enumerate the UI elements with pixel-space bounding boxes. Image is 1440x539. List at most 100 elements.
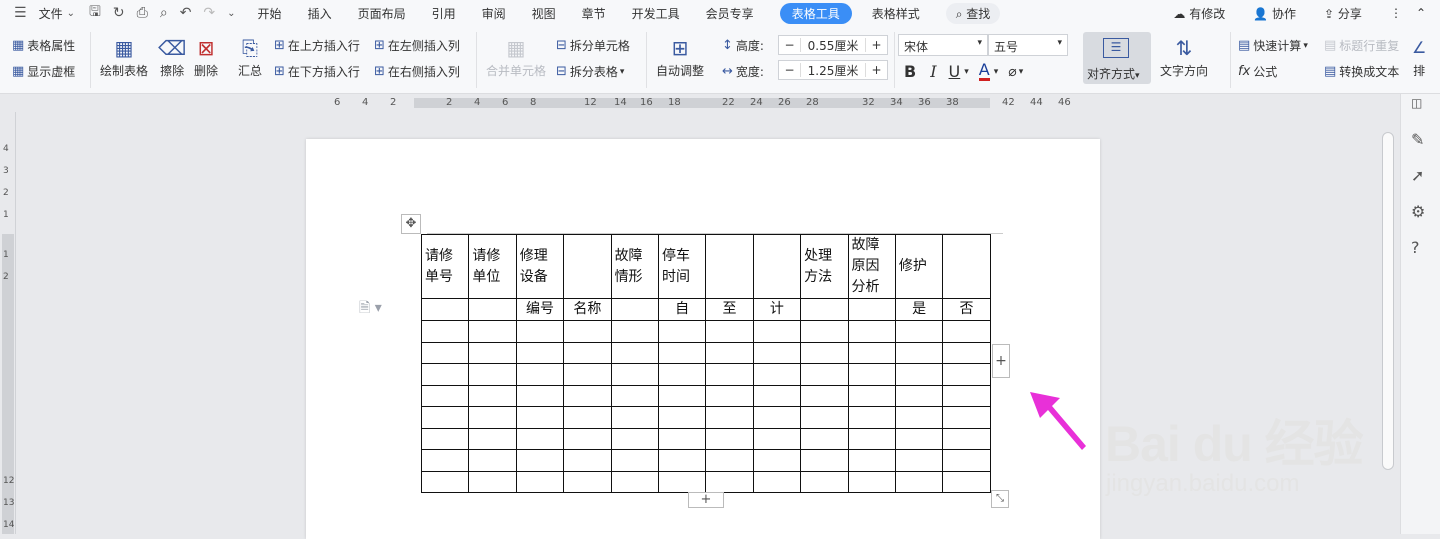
table-cell[interactable] — [752, 363, 802, 386]
sort-button[interactable]: ∠ 排 — [1412, 34, 1426, 79]
table-cell[interactable]: 停车 时间 — [657, 234, 707, 299]
table-cell[interactable] — [468, 406, 517, 429]
table-cell[interactable]: 至 — [705, 298, 754, 321]
table-cell[interactable] — [610, 384, 659, 407]
chevron-down-icon[interactable]: ⌄ — [67, 8, 75, 19]
table-cell[interactable] — [705, 384, 754, 407]
table-cell[interactable] — [563, 470, 612, 493]
print-preview-icon[interactable]: ⌕ — [160, 5, 168, 21]
table-cell[interactable] — [942, 341, 991, 364]
table-cell[interactable] — [752, 341, 802, 364]
table-cell[interactable]: 自 — [657, 298, 707, 321]
tab-review[interactable]: 审阅 — [482, 5, 506, 22]
insert-col-left-button[interactable]: ⊞ 在左侧插入列 — [374, 37, 460, 54]
table-cell[interactable] — [800, 406, 849, 429]
header-repeat-button[interactable]: ▤ 标题行重复 — [1324, 37, 1399, 54]
table-cell[interactable] — [752, 427, 802, 450]
tab-page-layout[interactable]: 页面布局 — [358, 5, 406, 22]
table-cell[interactable]: 故障 情形 — [610, 234, 659, 299]
table-cell[interactable] — [942, 363, 991, 386]
table-cell[interactable] — [847, 384, 896, 407]
save-icon[interactable]: 🖫 — [89, 1, 101, 25]
pen-icon[interactable]: ✎ — [1411, 130, 1424, 149]
table-cell[interactable] — [894, 384, 944, 407]
table-cell[interactable] — [942, 384, 991, 407]
tab-start[interactable]: 开始 — [258, 5, 282, 22]
changes-button[interactable]: ☁ 有修改 — [1173, 5, 1239, 22]
show-gridlines-button[interactable]: ▦ 显示虚框 — [12, 63, 75, 80]
repair-table[interactable]: 请修 单号 请修 单位 修理 设备 故障 情形 停车 时间 处理 方法 故障 原因 分析 修护 编号 名称 自至计 是… — [420, 234, 991, 493]
insert-row-below-button[interactable]: ⊞ 在下方插入行 — [274, 63, 360, 80]
table-cell[interactable] — [705, 320, 754, 343]
table-cell[interactable] — [752, 384, 802, 407]
chevron-down-icon[interactable]: ▾ — [1019, 67, 1024, 77]
hamburger-icon[interactable]: ☰ — [14, 5, 27, 21]
table-cell[interactable] — [894, 449, 944, 472]
table-resize-handle-icon[interactable]: ⤡ — [991, 490, 1009, 508]
table-properties-button[interactable]: ▦ 表格属性 — [12, 37, 75, 54]
table-cell[interactable] — [657, 341, 707, 364]
table-cell[interactable] — [942, 427, 991, 450]
table-cell[interactable] — [705, 341, 754, 364]
table-cell[interactable] — [657, 384, 707, 407]
table-cell[interactable]: 请修 单位 — [468, 234, 517, 299]
table-cell[interactable]: 编号 — [515, 298, 565, 321]
table-cell[interactable] — [894, 470, 944, 493]
table-cell[interactable] — [752, 320, 802, 343]
table-cell[interactable] — [752, 449, 802, 472]
table-cell[interactable] — [657, 470, 707, 493]
table-cell[interactable] — [468, 427, 517, 450]
table-cell[interactable] — [752, 234, 802, 299]
table-cell[interactable] — [563, 234, 612, 299]
table-cell[interactable] — [847, 363, 896, 386]
table-cell[interactable] — [420, 341, 470, 364]
table-cell[interactable] — [847, 341, 896, 364]
convert-to-text-button[interactable]: ▤ 转换成文本 — [1324, 63, 1399, 80]
table-cell[interactable] — [563, 427, 612, 450]
table-cell[interactable]: 名称 — [563, 298, 612, 321]
auto-fit-button[interactable]: ⊞ 自动调整 — [656, 34, 704, 79]
table-cell[interactable] — [515, 384, 565, 407]
table-cell[interactable] — [847, 470, 896, 493]
table-cell[interactable] — [942, 234, 991, 299]
table-cell[interactable] — [420, 320, 470, 343]
table-cell[interactable] — [420, 449, 470, 472]
table-cell[interactable] — [705, 363, 754, 386]
insert-row-above-button[interactable]: ⊞ 在上方插入行 — [274, 37, 360, 54]
table-cell[interactable] — [563, 363, 612, 386]
highlight-icon[interactable]: ⌀ — [1008, 64, 1016, 80]
undo-history-icon[interactable]: ↻ — [113, 5, 125, 21]
chevron-down-icon[interactable]: ▾ — [994, 67, 999, 77]
table-cell[interactable] — [752, 470, 802, 493]
tab-developer[interactable]: 开发工具 — [632, 5, 680, 22]
delete-button[interactable]: ⊠ 删除 — [194, 34, 218, 79]
paragraph-options-icon[interactable]: 🗎 ▾ — [359, 297, 382, 321]
bold-icon[interactable]: B — [904, 62, 916, 81]
table-cell[interactable] — [894, 341, 944, 364]
table-cell[interactable] — [847, 449, 896, 472]
table-cell[interactable] — [894, 320, 944, 343]
italic-icon[interactable]: I — [930, 62, 936, 81]
table-cell[interactable] — [610, 298, 659, 321]
decrement-button[interactable]: − — [779, 38, 801, 52]
table-cell[interactable] — [894, 406, 944, 429]
table-cell[interactable] — [420, 427, 470, 450]
table-cell[interactable] — [800, 384, 849, 407]
table-cell[interactable] — [894, 427, 944, 450]
tab-table-style[interactable]: 表格样式 — [872, 5, 920, 22]
file-menu[interactable]: 文件 — [39, 5, 63, 22]
row-height-value[interactable]: 0.55厘米 — [801, 37, 865, 54]
tab-chapter[interactable]: 章节 — [582, 5, 606, 22]
tab-references[interactable]: 引用 — [432, 5, 456, 22]
table-cell[interactable] — [800, 449, 849, 472]
table-cell[interactable] — [657, 363, 707, 386]
font-size-select[interactable]: 五号 ▾ — [988, 34, 1068, 56]
increment-button[interactable]: + — [865, 38, 887, 52]
print-icon[interactable]: ⎙ — [137, 5, 148, 21]
summary-button[interactable]: ⎘ 汇总 — [238, 34, 262, 79]
col-width-value[interactable]: 1.25厘米 — [801, 62, 865, 79]
table-cell[interactable] — [894, 363, 944, 386]
table-cell[interactable] — [705, 427, 754, 450]
more-dropdown-icon[interactable]: ⌄ — [227, 8, 235, 19]
table-cell[interactable] — [942, 320, 991, 343]
